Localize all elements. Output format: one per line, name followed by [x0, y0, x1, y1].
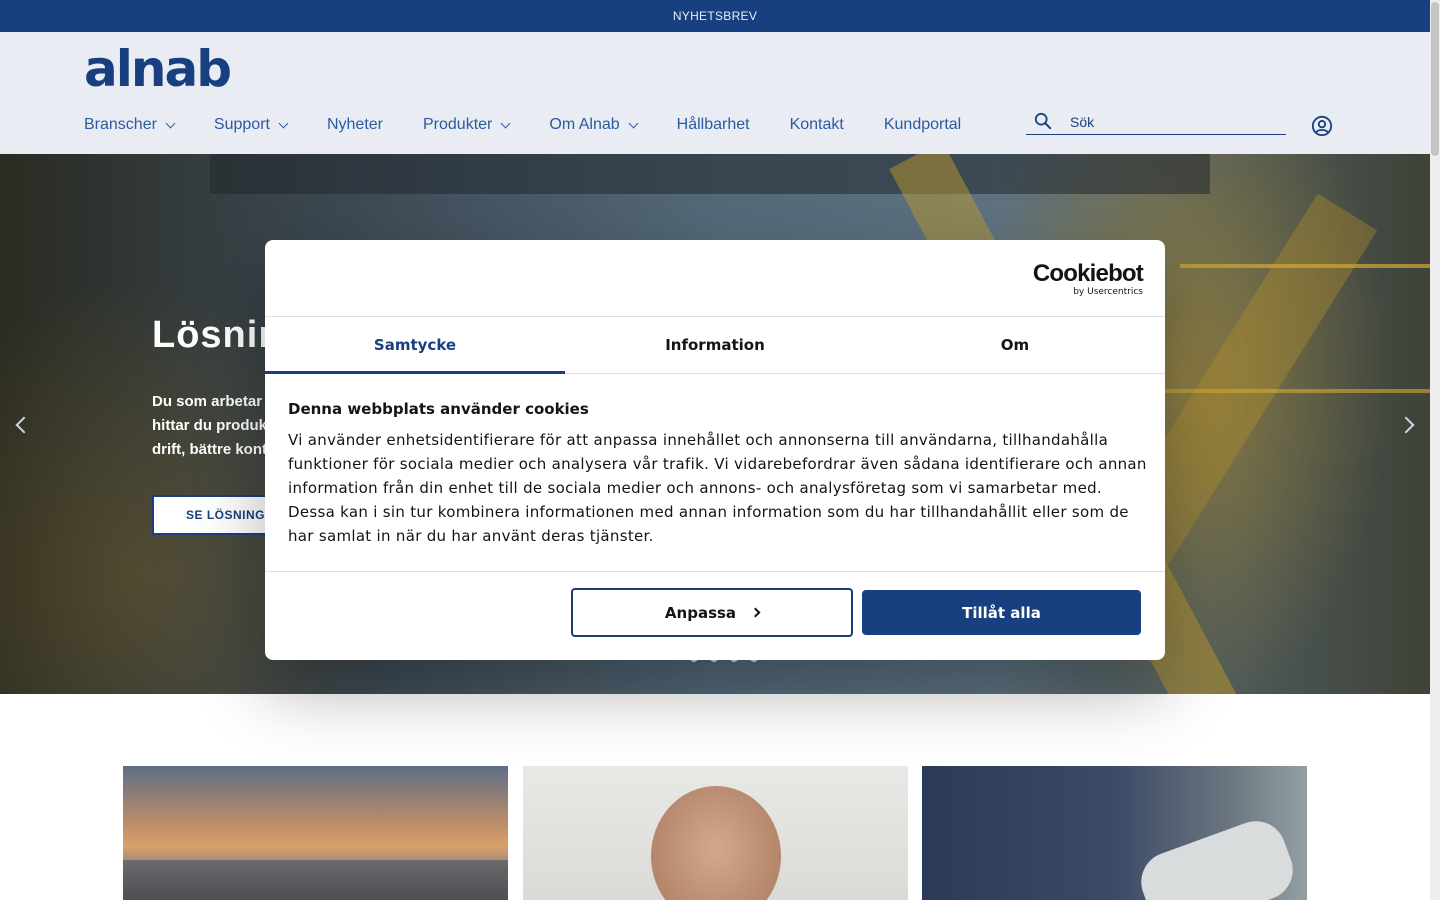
chevron-down-icon [500, 118, 511, 128]
nav-label: Kontakt [789, 116, 844, 133]
hero-text-line: hittar du produk [152, 417, 267, 434]
teaser-card-worker[interactable] [922, 766, 1307, 900]
teaser-card-city[interactable] [123, 766, 508, 900]
nav-label: Produkter [423, 116, 493, 133]
chevron-down-icon [278, 118, 289, 128]
cookie-consent-dialog: Cookiebot by Usercentrics Samtycke Infor… [265, 240, 1165, 660]
nav-item-kontakt[interactable]: Kontakt [790, 112, 844, 138]
nav-item-kundportal[interactable]: Kundportal [884, 112, 961, 138]
allow-all-button[interactable]: Tillåt alla [862, 590, 1141, 635]
nav-label: Kundportal [883, 116, 962, 133]
hero-background-detail [1150, 389, 1430, 393]
city-skyline-image [123, 860, 508, 900]
cookiebot-sub: by Usercentrics [1073, 287, 1143, 297]
cookie-description: Vi använder enhetsidentifierare för att … [288, 431, 1147, 545]
nav-item-support[interactable]: Support [213, 112, 289, 138]
tab-om[interactable]: Om [865, 317, 1165, 373]
nav-label: Hållbarhet [676, 116, 750, 133]
site-header: alnab Branscher Support Nyheter Produkte… [0, 32, 1430, 154]
cookie-body: Denna webbplats använder cookies Vi anvä… [288, 400, 1148, 548]
hero-background-detail [1180, 264, 1430, 268]
scrollbar-thumb[interactable] [1431, 2, 1439, 156]
nav-item-produkter[interactable]: Produkter [423, 112, 511, 138]
chevron-down-icon [628, 118, 639, 128]
nav-label: Branscher [84, 116, 157, 133]
worker-glove-image [1132, 812, 1302, 900]
cookie-tabs: Samtycke Information Om [265, 316, 1165, 374]
tab-information[interactable]: Information [565, 317, 865, 373]
hero-text-line: Du som arbetar [152, 393, 263, 410]
cookiebot-brand: Cookiebot [1032, 260, 1144, 287]
page-scrollbar[interactable] [1430, 0, 1440, 900]
cookie-footer: Anpassa Tillåt alla [265, 571, 1165, 660]
alnab-logo[interactable]: alnab [84, 44, 232, 94]
customize-button[interactable]: Anpassa [571, 588, 853, 637]
search-icon[interactable] [1034, 112, 1052, 130]
top-bar: NYHETSBREV [0, 0, 1430, 32]
search-input[interactable] [1070, 114, 1270, 130]
tab-samtycke[interactable]: Samtycke [265, 317, 565, 374]
hero-background-detail [210, 154, 1210, 194]
hero-text-line: drift, bättre kont [152, 441, 267, 458]
nav-label: Om Alnab [549, 116, 620, 133]
user-icon[interactable] [1311, 115, 1333, 137]
hero-title: Lösnin [152, 314, 283, 356]
customize-label: Anpassa [664, 603, 737, 622]
hero-text: Du som arbetar hittar du produk drift, b… [152, 390, 267, 462]
person-image [651, 786, 781, 900]
nav-item-hallbarhet[interactable]: Hållbarhet [677, 112, 750, 138]
newsletter-link[interactable]: NYHETSBREV [673, 9, 757, 23]
search-box [1026, 110, 1286, 135]
nav-label: Nyheter [326, 116, 383, 133]
cookie-heading: Denna webbplats använder cookies [288, 400, 589, 418]
teaser-card-person[interactable] [523, 766, 908, 900]
main-nav: Branscher Support Nyheter Produkter Om A… [84, 112, 1001, 138]
nav-label: Support [213, 116, 270, 133]
chevron-right-icon[interactable] [1397, 416, 1415, 434]
cookiebot-logo: Cookiebot by Usercentrics [1032, 260, 1144, 298]
nav-item-branscher[interactable]: Branscher [84, 112, 176, 138]
chevron-down-icon [165, 118, 176, 128]
nav-item-nyheter[interactable]: Nyheter [327, 112, 383, 138]
chevron-right-icon [750, 607, 761, 618]
nav-item-om-alnab[interactable]: Om Alnab [549, 112, 639, 138]
chevron-left-icon[interactable] [15, 416, 33, 434]
